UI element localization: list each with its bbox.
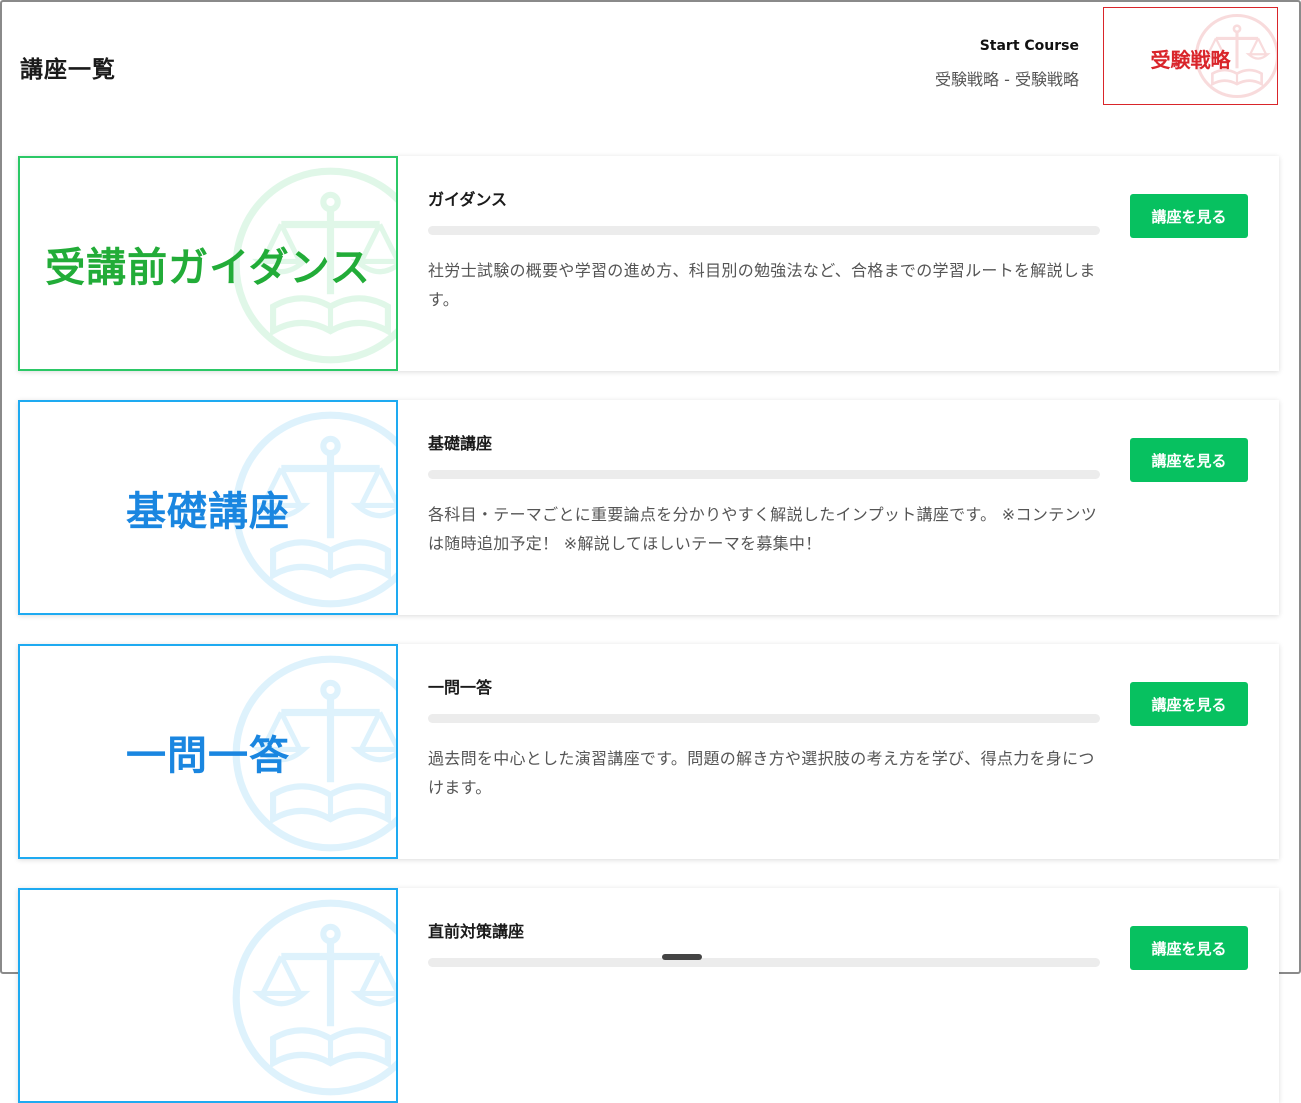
start-course-subtitle: 受験戦略 - 受験戦略 [935, 70, 1079, 89]
course-title: ガイダンス [428, 190, 508, 209]
course-progress-bar [428, 470, 1100, 479]
course-card-final: 直前対策講座 講座を見る [18, 888, 1279, 1103]
start-course-thumbnail-label: 受験戦略 [1150, 48, 1231, 72]
course-thumbnail-text [20, 890, 396, 1101]
view-course-button[interactable]: 講座を見る [1130, 926, 1248, 970]
start-course-thumbnail[interactable]: 受験戦略 [1103, 7, 1278, 105]
course-title: 直前対策講座 [428, 922, 525, 941]
course-thumbnail[interactable]: 基礎講座 [18, 400, 398, 615]
view-course-button[interactable]: 講座を見る [1130, 438, 1248, 482]
course-thumbnail[interactable]: 受講前ガイダンス [18, 156, 398, 371]
course-thumbnail-text: 基礎講座 [126, 488, 290, 535]
course-description: 社労士試験の概要や学習の進め方、科目別の勉強法など、合格までの学習ルートを解説し… [428, 261, 1096, 309]
course-thumbnail[interactable]: 一問一答 [18, 644, 398, 859]
page-title: 講座一覧 [20, 57, 116, 83]
course-thumbnail[interactable] [18, 888, 398, 1103]
course-card-basic: 基礎講座 基礎講座 各科目・テーマごとに重要論点を分かりやすく解説したインプット… [18, 400, 1279, 615]
course-thumbnail-text: 受講前ガイダンス [45, 244, 371, 291]
view-course-button[interactable]: 講座を見る [1130, 682, 1248, 726]
course-progress-bar [428, 958, 1100, 967]
scroll-indicator[interactable] [662, 954, 702, 960]
course-description: 各科目・テーマごとに重要論点を分かりやすく解説したインプット講座です。 ※コンテ… [428, 505, 1098, 553]
course-card-qa: 一問一答 一問一答 過去問を中心とした演習講座です。問題の解き方や選択肢の考え方… [18, 644, 1279, 859]
start-course-block: Start Course 受験戦略 - 受験戦略 [935, 38, 1079, 90]
course-thumbnail-text: 一問一答 [126, 732, 290, 779]
course-title: 一問一答 [428, 678, 493, 697]
view-course-button[interactable]: 講座を見る [1130, 194, 1248, 238]
course-progress-bar [428, 226, 1100, 235]
start-course-title: Start Course [979, 38, 1079, 54]
course-title: 基礎講座 [428, 434, 493, 453]
course-card-guidance: 受講前ガイダンス ガイダンス 社労士試験の概要や学習の進め方、科目別の勉強法など… [18, 156, 1279, 371]
course-progress-bar [428, 714, 1100, 723]
course-description: 過去問を中心とした演習講座です。問題の解き方や選択肢の考え方を学び、得点力を身に… [428, 749, 1095, 797]
